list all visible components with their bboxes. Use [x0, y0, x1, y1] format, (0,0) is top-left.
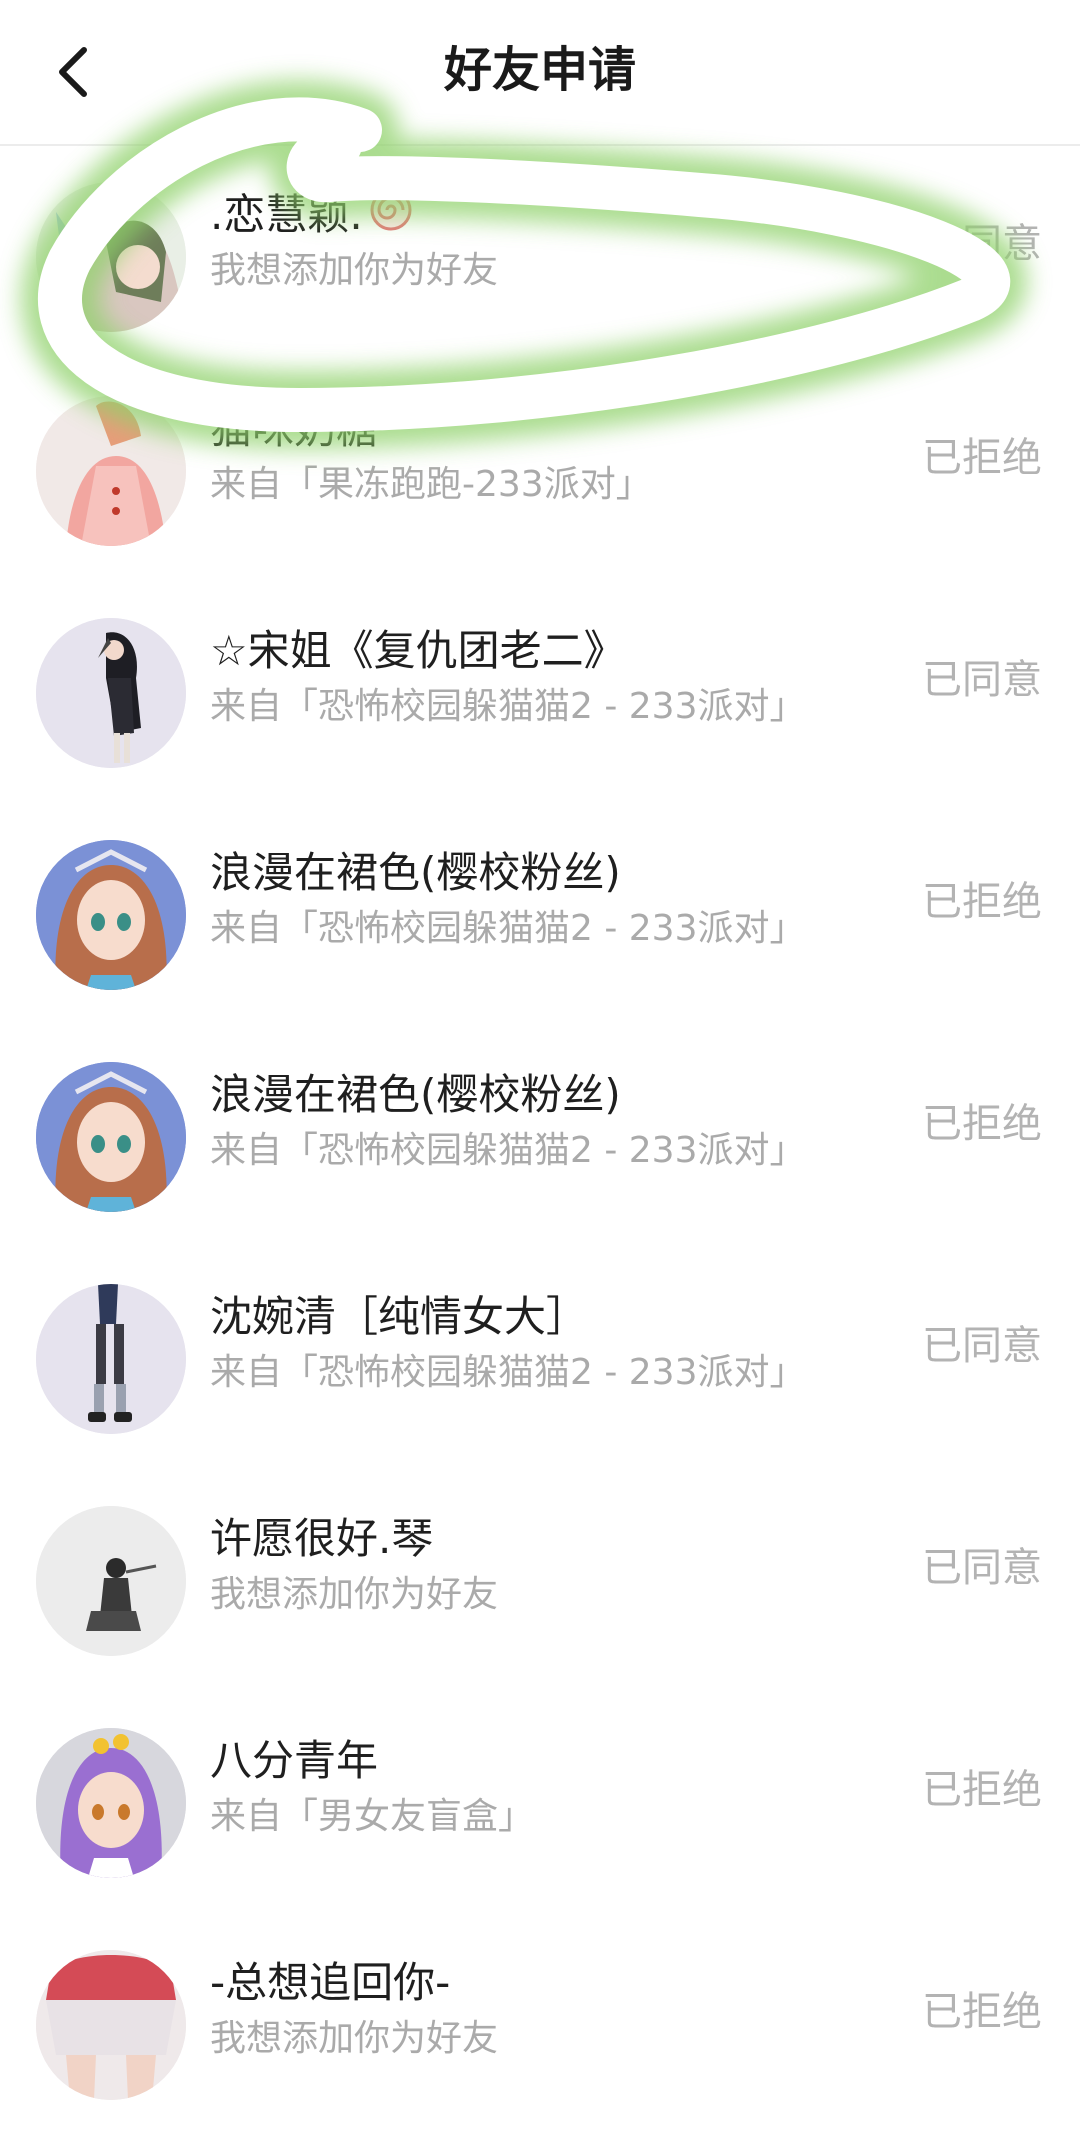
- friend-request-row[interactable]: .恋慧颖. 我想添加你为好友 已同意: [0, 146, 1080, 360]
- requester-name: 许愿很好.琴: [210, 1514, 434, 1563]
- request-status: 已拒绝: [922, 1989, 1042, 2035]
- avatar[interactable]: [36, 618, 186, 768]
- request-source: 我想添加你为好友: [210, 2018, 499, 2059]
- requester-name: 浪漫在裙色(樱校粉丝): [210, 848, 621, 897]
- friend-request-row[interactable]: 许愿很好.琴 我想添加你为好友 已同意: [0, 1470, 1080, 1692]
- request-source: 我想添加你为好友: [210, 1574, 499, 1615]
- request-source: 来自「恐怖校园躲猫猫2 - 233派对」: [210, 1352, 806, 1393]
- request-status: 已拒绝: [922, 879, 1042, 925]
- request-status: 已拒绝: [922, 435, 1042, 481]
- friend-request-row[interactable]: -总想追回你- 我想添加你为好友 已拒绝: [0, 1914, 1080, 2136]
- avatar[interactable]: [36, 1284, 186, 1434]
- friend-request-row[interactable]: 猫咪奶糖 来自「果冻跑跑-233派对」 已拒绝: [0, 360, 1080, 582]
- request-status: 已拒绝: [922, 1767, 1042, 1813]
- requester-name: -总想追回你-: [210, 1958, 451, 2007]
- avatar[interactable]: [36, 182, 186, 332]
- friend-request-row[interactable]: 浪漫在裙色(樱校粉丝) 来自「恐怖校园躲猫猫2 - 233派对」 已拒绝: [0, 1026, 1080, 1248]
- request-source: 来自「恐怖校园躲猫猫2 - 233派对」: [210, 686, 806, 727]
- header-bar: 好友申请: [0, 0, 1080, 146]
- friend-request-row[interactable]: 八分青年 来自「男女友盲盒」 已拒绝: [0, 1692, 1080, 1914]
- page-title: 好友申请: [443, 42, 636, 98]
- request-source: 来自「男女友盲盒」: [210, 1796, 535, 1837]
- avatar[interactable]: [36, 1728, 186, 1878]
- avatar[interactable]: [36, 1506, 186, 1656]
- request-source: 来自「恐怖校园躲猫猫2 - 233派对」: [210, 908, 806, 949]
- avatar[interactable]: [36, 1062, 186, 1212]
- request-status: 已同意: [922, 1323, 1042, 1369]
- request-status: 已拒绝: [922, 1101, 1042, 1147]
- request-status: 已同意: [922, 1545, 1042, 1591]
- requester-name: 沈婉清［纯情女大］: [210, 1292, 589, 1341]
- requester-name: 猫咪奶糖: [210, 404, 379, 453]
- avatar[interactable]: [36, 396, 186, 546]
- friend-request-row[interactable]: 沈婉清［纯情女大］ 来自「恐怖校园躲猫猫2 - 233派对」 已同意: [0, 1248, 1080, 1470]
- friend-request-list: .恋慧颖. 我想添加你为好友 已同意 猫咪奶糖 来自「果冻跑跑-233派对」 已: [0, 146, 1080, 2136]
- friend-request-row[interactable]: ☆宋姐《复仇团老二》 来自「恐怖校园躲猫猫2 - 233派对」 已同意: [0, 582, 1080, 804]
- requester-name-text: .恋慧颖.: [210, 190, 363, 239]
- lollipop-icon: [369, 188, 413, 247]
- requester-name: 浪漫在裙色(樱校粉丝): [210, 1070, 621, 1119]
- avatar[interactable]: [36, 1950, 186, 2100]
- request-status: 已同意: [922, 221, 1042, 267]
- request-source: 我想添加你为好友: [210, 250, 499, 291]
- requester-name: ☆宋姐《复仇团老二》: [210, 626, 626, 675]
- request-source: 来自「恐怖校园躲猫猫2 - 233派对」: [210, 1130, 806, 1171]
- request-source: 来自「果冻跑跑-233派对」: [210, 464, 652, 505]
- requester-name: .恋慧颖.: [210, 186, 413, 247]
- request-status: 已同意: [922, 657, 1042, 703]
- friend-request-row[interactable]: 浪漫在裙色(樱校粉丝) 来自「恐怖校园躲猫猫2 - 233派对」 已拒绝: [0, 804, 1080, 1026]
- avatar[interactable]: [36, 840, 186, 990]
- requester-name: 八分青年: [210, 1736, 379, 1785]
